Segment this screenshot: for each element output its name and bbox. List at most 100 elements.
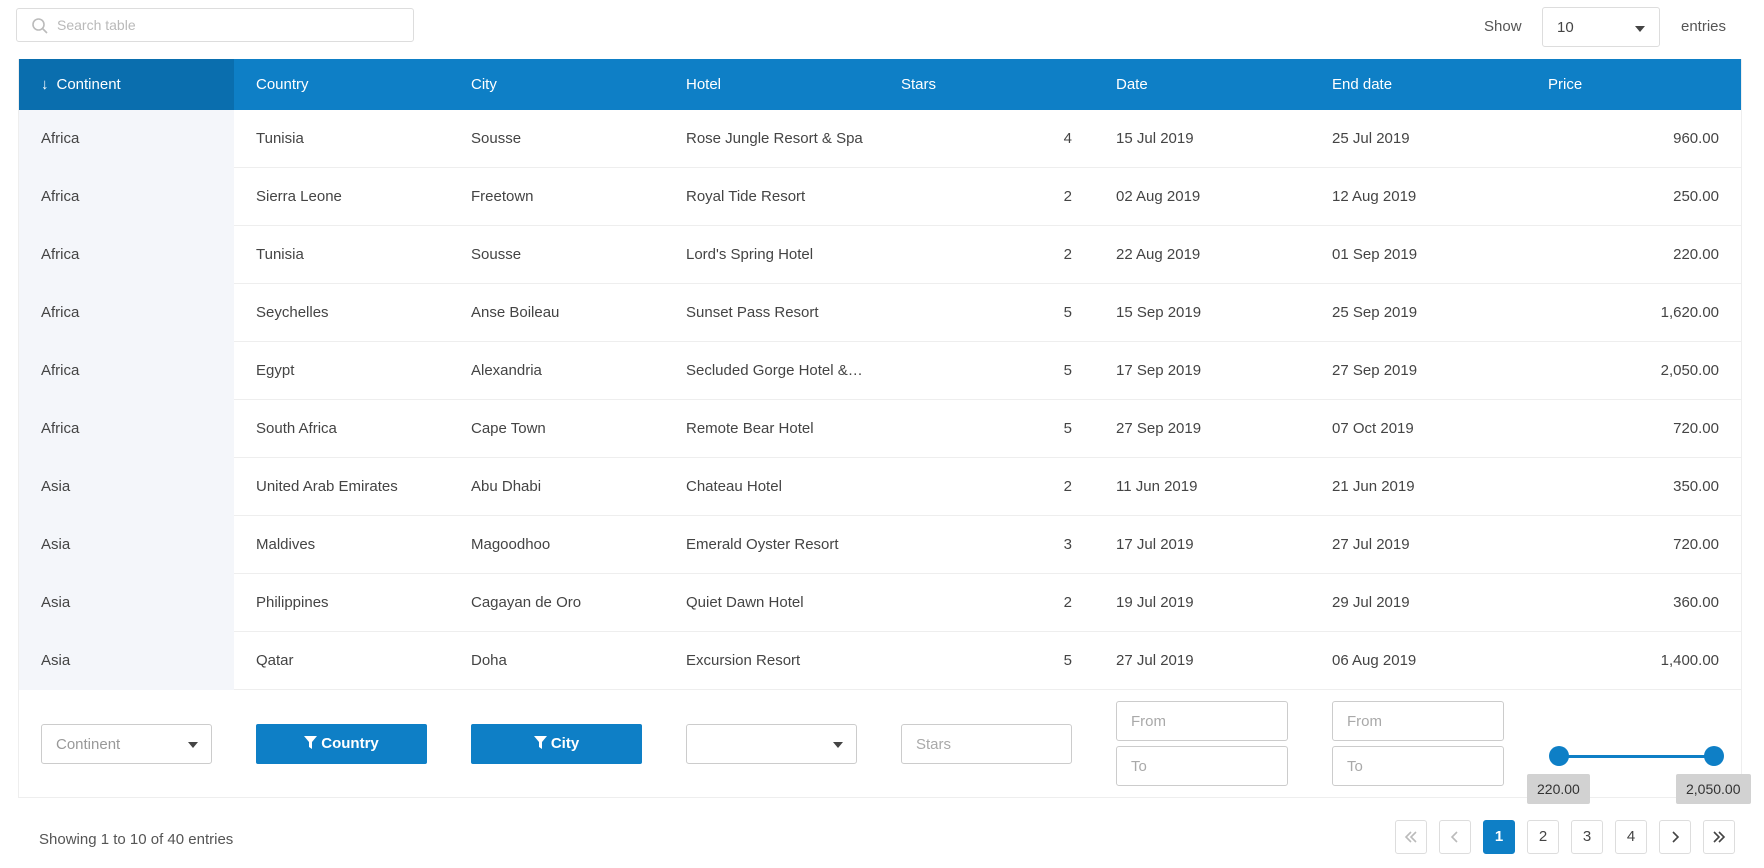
price-range-track[interactable]	[1559, 755, 1714, 758]
column-header-date[interactable]: Date	[1094, 59, 1310, 110]
cell-hotel: Remote Bear Hotel	[686, 420, 814, 437]
country-filter-label: Country	[321, 735, 379, 752]
caret-down-icon	[188, 742, 198, 748]
cell-hotel: Chateau Hotel	[686, 478, 782, 495]
cell-continent: Africa	[19, 284, 234, 342]
column-header-label: City	[471, 76, 497, 93]
cell-stars: 4	[1063, 130, 1072, 147]
double-chevron-right-icon	[1713, 831, 1726, 843]
page-size-value: 10	[1557, 19, 1574, 36]
cell-price: 720.00	[1673, 536, 1719, 553]
chevron-left-icon	[1450, 831, 1458, 843]
cell-end-date: 25 Jul 2019	[1332, 130, 1410, 147]
cell-city: Magoodhoo	[471, 536, 551, 553]
column-header-label: Price	[1548, 76, 1583, 93]
search-box[interactable]	[16, 8, 414, 42]
cell-stars: 5	[1063, 362, 1072, 379]
cell-end-date: 21 Jun 2019	[1332, 478, 1415, 495]
date-from-input[interactable]	[1116, 701, 1288, 741]
column-header-end-date[interactable]: End date	[1310, 59, 1526, 110]
cell-continent: Africa	[19, 110, 234, 168]
cell-end-date: 07 Oct 2019	[1332, 420, 1414, 437]
column-header-label: Continent	[56, 76, 121, 93]
cell-continent: Asia	[19, 574, 234, 632]
price-range-max-value: 2,050.00	[1676, 774, 1751, 804]
table-row: Africa Seychelles Anse Boileau Sunset Pass …	[19, 284, 1741, 342]
cell-continent: Asia	[19, 632, 234, 690]
end-date-from-input[interactable]	[1332, 701, 1504, 741]
column-header-hotel[interactable]: Hotel	[664, 59, 879, 110]
country-filter-button[interactable]: Country	[256, 724, 427, 764]
continent-filter-placeholder: Continent	[56, 736, 121, 753]
search-input[interactable]	[57, 9, 407, 41]
show-label: Show	[1484, 18, 1522, 35]
cell-hotel: Emerald Oyster Resort	[686, 536, 839, 553]
cell-country: Qatar	[256, 652, 294, 669]
column-header-city[interactable]: City	[449, 59, 664, 110]
table-body: Africa Tunisia Sousse Rose Jungle Resort & …	[19, 110, 1741, 690]
cell-date: 27 Jul 2019	[1116, 652, 1194, 669]
cell-date: 27 Sep 2019	[1116, 420, 1202, 437]
table-header: ↓ Continent Country City Hotel Stars Date…	[19, 59, 1741, 110]
table-row: Asia Qatar Doha Excursion Resort 5 27 Jul 201…	[19, 632, 1741, 690]
city-filter-button[interactable]: City	[471, 724, 642, 764]
cell-price: 220.00	[1673, 246, 1719, 263]
price-range-min-handle[interactable]	[1549, 746, 1569, 766]
cell-continent: Asia	[19, 516, 234, 574]
funnel-icon	[304, 736, 318, 749]
table-row: Asia United Arab Emirates Abu Dhabi Chateau…	[19, 458, 1741, 516]
end-date-to-input[interactable]	[1332, 746, 1504, 786]
column-header-price[interactable]: Price	[1526, 59, 1741, 110]
column-header-label: Date	[1116, 76, 1148, 93]
cell-stars: 3	[1063, 536, 1072, 553]
price-range-min-value: 220.00	[1527, 774, 1590, 804]
cell-country: Seychelles	[256, 304, 329, 321]
cell-continent: Africa	[19, 400, 234, 458]
cell-hotel: Secluded Gorge Hotel &…	[686, 362, 863, 379]
cell-city: Freetown	[471, 188, 534, 205]
cell-date: 17 Jul 2019	[1116, 536, 1194, 553]
column-header-label: Stars	[901, 76, 937, 93]
cell-hotel: Sunset Pass Resort	[686, 304, 819, 321]
cell-city: Cagayan de Oro	[471, 594, 582, 611]
last-page-button[interactable]	[1703, 820, 1735, 854]
cell-price: 2,050.00	[1660, 362, 1719, 379]
stars-filter-input[interactable]	[901, 724, 1072, 764]
column-header-label: End date	[1332, 76, 1393, 93]
cell-hotel: Quiet Dawn Hotel	[686, 594, 804, 611]
cell-end-date: 01 Sep 2019	[1332, 246, 1418, 263]
cell-stars: 2	[1063, 246, 1072, 263]
cell-end-date: 27 Sep 2019	[1332, 362, 1418, 379]
cell-stars: 5	[1063, 420, 1072, 437]
page-button-2[interactable]: 2	[1527, 820, 1559, 854]
hotel-filter-select[interactable]	[686, 724, 857, 764]
page-button-4[interactable]: 4	[1615, 820, 1647, 854]
cell-continent: Africa	[19, 226, 234, 284]
next-page-button[interactable]	[1659, 820, 1691, 854]
page-size-select[interactable]: 10	[1542, 7, 1660, 47]
cell-end-date: 12 Aug 2019	[1332, 188, 1417, 205]
column-header-stars[interactable]: Stars	[879, 59, 1094, 110]
first-page-button[interactable]	[1395, 820, 1427, 854]
price-range-max-handle[interactable]	[1704, 746, 1724, 766]
column-header-country[interactable]: Country	[234, 59, 449, 110]
date-to-input[interactable]	[1116, 746, 1288, 786]
table-row: Africa Tunisia Sousse Lord's Spring Hotel 2 2…	[19, 226, 1741, 284]
cell-city: Sousse	[471, 246, 522, 263]
cell-continent: Africa	[19, 168, 234, 226]
continent-filter-select[interactable]: Continent	[41, 724, 212, 764]
cell-hotel: Royal Tide Resort	[686, 188, 806, 205]
city-filter-label: City	[550, 735, 580, 752]
prev-page-button[interactable]	[1439, 820, 1471, 854]
cell-hotel: Rose Jungle Resort & Spa	[686, 130, 863, 147]
page-button-1[interactable]: 1	[1483, 820, 1515, 854]
cell-price: 1,620.00	[1660, 304, 1719, 321]
cell-country: South Africa	[256, 420, 337, 437]
column-header-continent[interactable]: ↓ Continent	[19, 59, 234, 110]
page-button-3[interactable]: 3	[1571, 820, 1603, 854]
cell-price: 250.00	[1673, 188, 1719, 205]
cell-end-date: 06 Aug 2019	[1332, 652, 1417, 669]
data-table: ↓ Continent Country City Hotel Stars Date…	[18, 59, 1751, 804]
cell-date: 17 Sep 2019	[1116, 362, 1202, 379]
cell-country: Maldives	[256, 536, 316, 553]
